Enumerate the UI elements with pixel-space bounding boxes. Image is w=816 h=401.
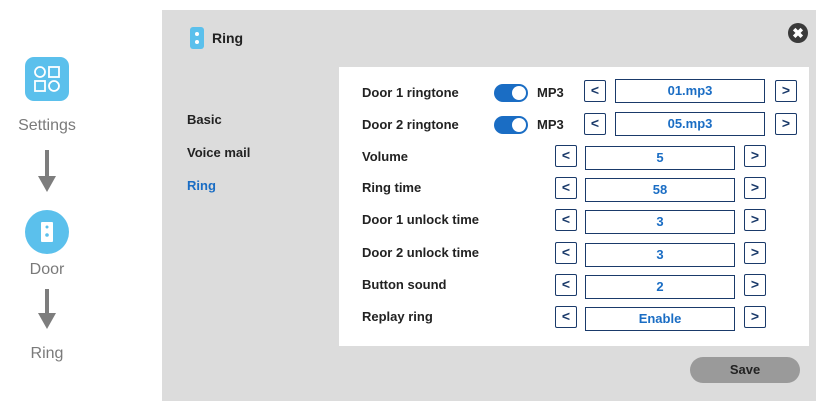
next-button[interactable]: > [744, 242, 766, 264]
prev-button[interactable]: < [555, 306, 577, 328]
next-button[interactable]: > [744, 274, 766, 296]
arrow-down-icon [38, 150, 56, 192]
settings-icon[interactable] [25, 57, 69, 101]
prev-button[interactable]: < [555, 177, 577, 199]
value-field: 5 [585, 146, 735, 170]
value-field: Enable [585, 307, 735, 331]
prev-button[interactable]: < [584, 113, 606, 135]
row-label: Volume [362, 149, 408, 164]
ring-settings-content [339, 67, 809, 346]
format-label: MP3 [537, 117, 564, 132]
arrow-down-icon [38, 289, 56, 329]
row-label: Button sound [362, 277, 447, 292]
next-button[interactable]: > [775, 80, 797, 102]
row-label: Door 1 ringtone [362, 85, 459, 100]
row-label: Ring time [362, 180, 422, 195]
panel-title: Ring [212, 30, 244, 46]
value-field: 01.mp3 [615, 79, 765, 103]
value-field: 05.mp3 [615, 112, 765, 136]
prev-button[interactable]: < [555, 145, 577, 167]
door1-ringtone-toggle[interactable] [494, 84, 528, 102]
ring-settings-screen: Settings Door Ring Ring ✖ Basic Voice ma… [0, 0, 816, 401]
value-field: 58 [585, 178, 735, 202]
row-label: Door 1 unlock time [362, 212, 480, 227]
prev-button[interactable]: < [555, 274, 577, 296]
door-label: Door [29, 261, 65, 278]
next-button[interactable]: > [744, 177, 766, 199]
prev-button[interactable]: < [555, 209, 577, 231]
format-label: MP3 [537, 85, 564, 100]
next-button[interactable]: > [744, 209, 766, 231]
nav-item-ring[interactable]: Ring [187, 178, 216, 193]
row-label: Door 2 unlock time [362, 245, 480, 260]
settings-label: Settings [18, 117, 76, 134]
value-field: 2 [585, 275, 735, 299]
row-label: Door 2 ringtone [362, 117, 459, 132]
row-label: Replay ring [362, 309, 433, 324]
value-field: 3 [585, 243, 735, 267]
ring-label: Ring [30, 345, 64, 362]
door-icon[interactable] [25, 210, 69, 254]
door2-ringtone-toggle[interactable] [494, 116, 528, 134]
value-field: 3 [585, 210, 735, 234]
prev-button[interactable]: < [584, 80, 606, 102]
nav-item-voice-mail[interactable]: Voice mail [187, 145, 250, 160]
next-button[interactable]: > [775, 113, 797, 135]
prev-button[interactable]: < [555, 242, 577, 264]
doorbell-icon [190, 27, 204, 49]
next-button[interactable]: > [744, 306, 766, 328]
next-button[interactable]: > [744, 145, 766, 167]
nav-item-basic[interactable]: Basic [187, 112, 222, 127]
close-button[interactable]: ✖ [788, 23, 808, 43]
save-button[interactable]: Save [690, 357, 800, 383]
